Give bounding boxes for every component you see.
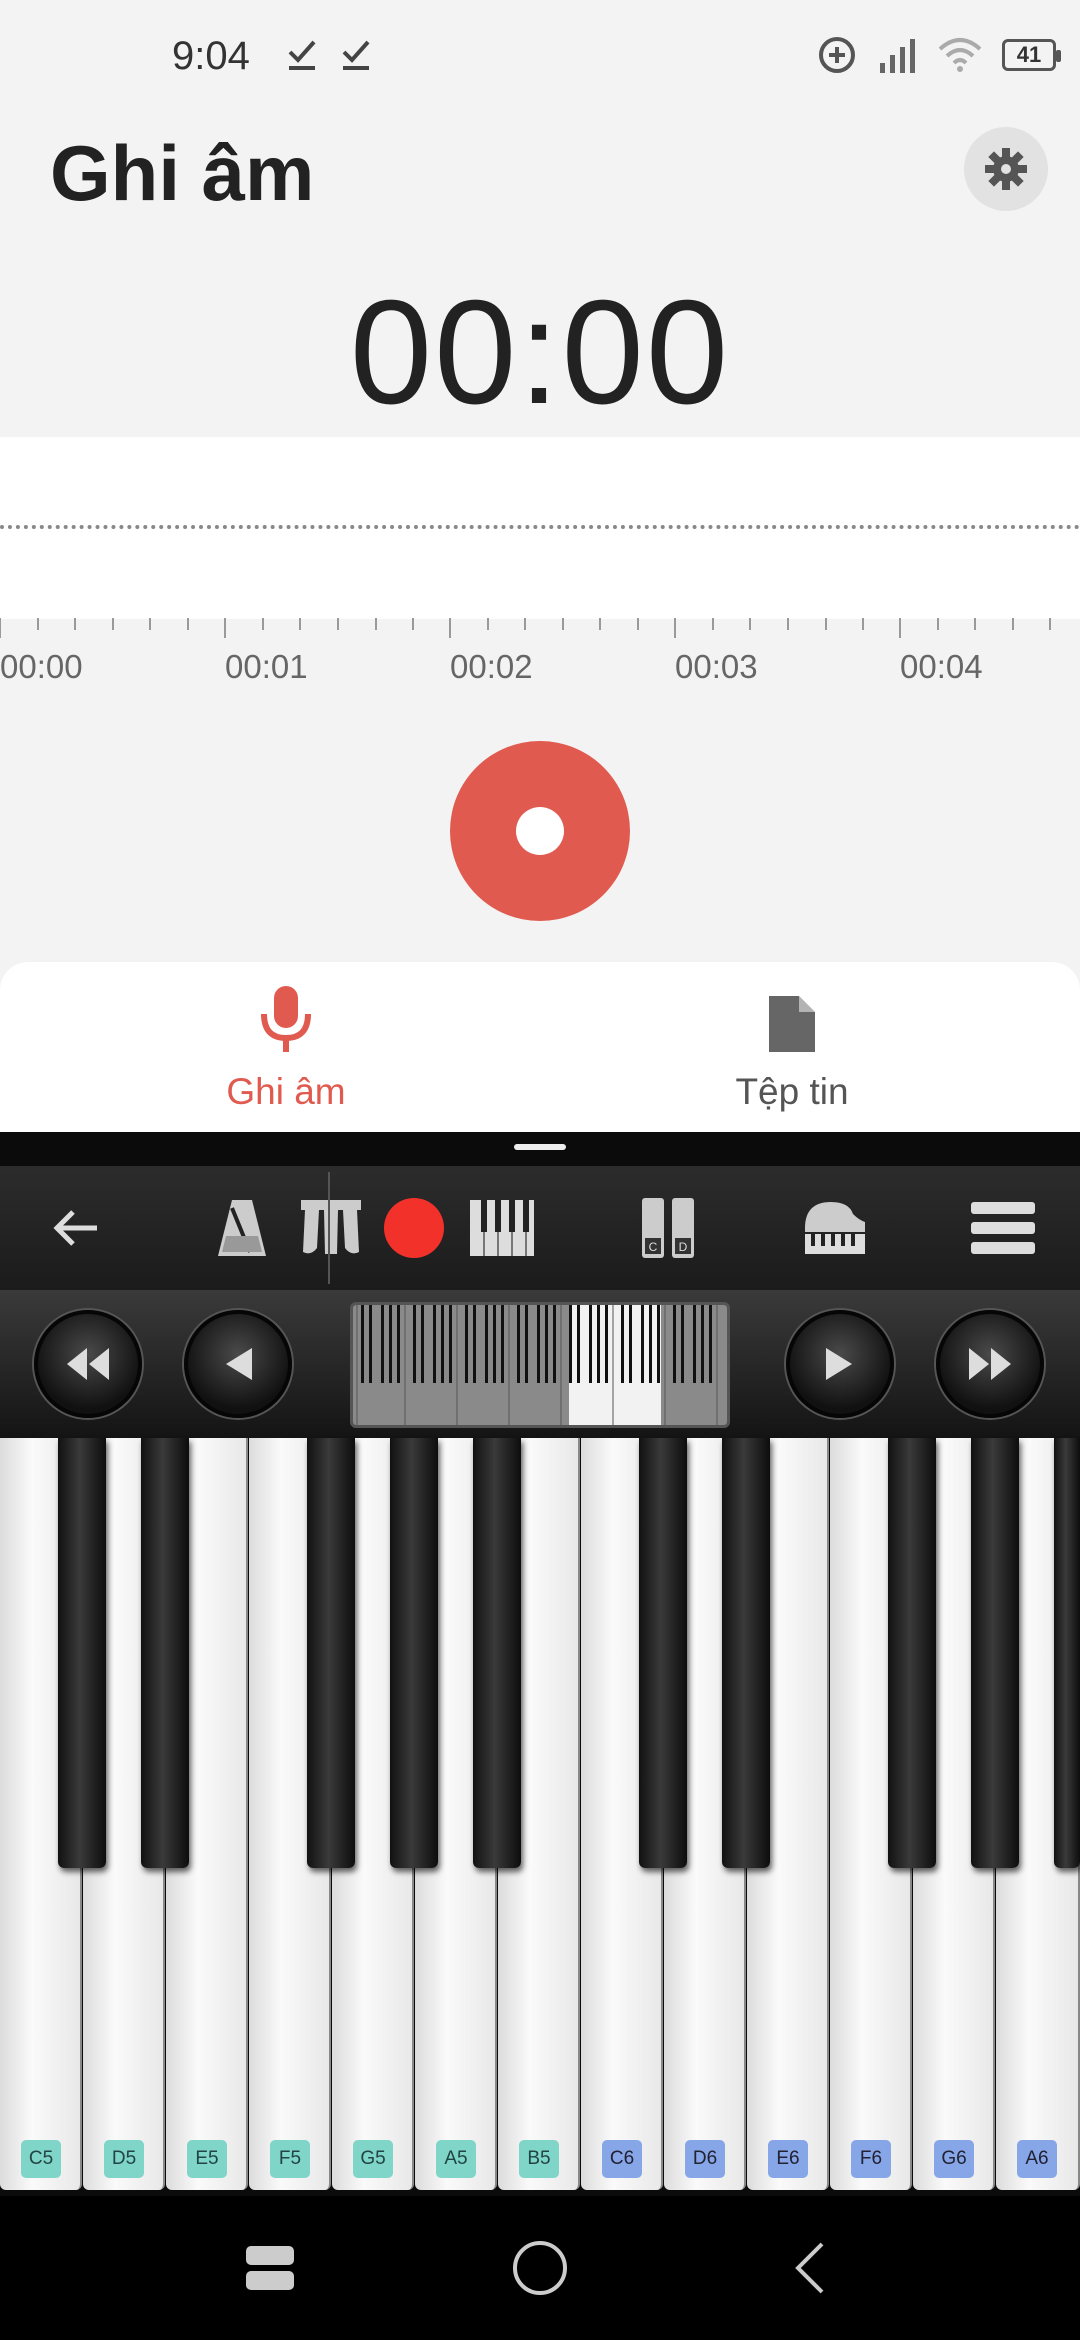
key-label: E6 bbox=[768, 2140, 808, 2178]
dual-keyboard-button[interactable]: CD bbox=[638, 1190, 698, 1266]
sync-plus-icon bbox=[819, 37, 855, 73]
tab-files-label: Tệp tin bbox=[735, 1071, 849, 1112]
metronome-icon bbox=[218, 1200, 266, 1256]
battery-icon: 41 bbox=[1002, 39, 1061, 71]
key-label: G5 bbox=[353, 2140, 393, 2178]
keys-layout-icon bbox=[470, 1200, 534, 1256]
menu-button[interactable] bbox=[968, 1190, 1038, 1266]
keyboard-overview-slider[interactable] bbox=[350, 1302, 730, 1428]
key-label: D5 bbox=[104, 2140, 144, 2178]
gear-icon bbox=[985, 148, 1027, 190]
waveform-area bbox=[0, 437, 1080, 619]
ruler-label: 00:03 bbox=[675, 648, 758, 685]
record-button[interactable] bbox=[450, 741, 630, 921]
black-key[interactable] bbox=[888, 1438, 936, 1868]
scroll-right-button[interactable] bbox=[786, 1310, 894, 1418]
dual-keyboard-icon: CD bbox=[642, 1198, 694, 1258]
pedal-icon bbox=[301, 1200, 361, 1254]
black-key[interactable] bbox=[473, 1438, 521, 1868]
black-key[interactable] bbox=[639, 1438, 687, 1868]
split-handle[interactable] bbox=[514, 1144, 566, 1150]
triangle-right-icon bbox=[826, 1348, 852, 1380]
key-label: G6 bbox=[934, 2140, 974, 2178]
black-key[interactable] bbox=[971, 1438, 1019, 1868]
check-icon bbox=[342, 40, 370, 70]
keys-layout-button[interactable] bbox=[468, 1190, 536, 1266]
tab-record[interactable]: Ghi âm bbox=[136, 984, 436, 1113]
back-icon[interactable] bbox=[790, 2240, 830, 2296]
keyboard-navigation-strip bbox=[0, 1290, 1080, 1438]
ruler-label: 00:02 bbox=[450, 648, 533, 685]
record-timer: 00:00 bbox=[349, 270, 731, 435]
fast-rewind-icon bbox=[67, 1348, 109, 1380]
bottom-tab-bar: Ghi âm Tệp tin bbox=[0, 962, 1080, 1132]
tab-record-label: Ghi âm bbox=[226, 1071, 346, 1112]
key-label: C5 bbox=[21, 2140, 61, 2178]
scroll-left-button[interactable] bbox=[184, 1310, 292, 1418]
fast-rewind-button[interactable] bbox=[34, 1310, 142, 1418]
grand-piano-button[interactable] bbox=[800, 1190, 870, 1266]
key-label: F5 bbox=[270, 2140, 310, 2178]
status-time: 9:04 bbox=[172, 34, 250, 78]
waveform-baseline bbox=[0, 525, 1080, 529]
black-key[interactable] bbox=[1054, 1438, 1080, 1868]
wifi-icon bbox=[938, 38, 982, 72]
system-navigation-bar bbox=[0, 2196, 1080, 2340]
back-button[interactable] bbox=[46, 1190, 106, 1266]
key-label: A6 bbox=[1017, 2140, 1057, 2178]
status-bar: 9:04 41 bbox=[0, 0, 1080, 110]
grand-piano-icon bbox=[805, 1202, 865, 1254]
black-key[interactable] bbox=[58, 1438, 106, 1868]
key-label: A5 bbox=[436, 2140, 476, 2178]
triangle-left-icon bbox=[226, 1348, 252, 1380]
record-toggle-button[interactable] bbox=[382, 1190, 446, 1266]
page-title: Ghi âm bbox=[50, 129, 315, 217]
fast-forward-button[interactable] bbox=[936, 1310, 1044, 1418]
ruler-label: 00:04 bbox=[900, 648, 983, 685]
svg-text:C: C bbox=[649, 1240, 658, 1254]
key-label: F6 bbox=[851, 2140, 891, 2178]
mini-keyboard-icon bbox=[353, 1305, 727, 1425]
toolbar-divider bbox=[328, 1172, 330, 1284]
record-dot-icon bbox=[516, 807, 564, 855]
ruler-ticks bbox=[0, 618, 1051, 638]
black-key[interactable] bbox=[141, 1438, 189, 1868]
recent-apps-icon[interactable] bbox=[244, 2242, 296, 2294]
settings-button[interactable] bbox=[964, 127, 1048, 211]
pedal-button[interactable] bbox=[296, 1190, 366, 1266]
back-arrow-icon bbox=[53, 1210, 97, 1246]
signal-icon bbox=[880, 39, 915, 73]
piano-toolbar: CD bbox=[0, 1166, 1080, 1290]
metronome-button[interactable] bbox=[210, 1190, 274, 1266]
ruler-label: 00:00 bbox=[0, 648, 83, 685]
piano-app: CD C5 D5 E5 F5 G5 A5 B5 C6 D6 E6 F6 G6 A… bbox=[0, 1132, 1080, 2196]
key-label: E5 bbox=[187, 2140, 227, 2178]
key-label: B5 bbox=[519, 2140, 559, 2178]
black-key[interactable] bbox=[390, 1438, 438, 1868]
home-icon[interactable] bbox=[512, 2240, 568, 2296]
svg-text:D: D bbox=[679, 1240, 688, 1254]
fast-forward-icon bbox=[969, 1348, 1011, 1380]
microphone-icon bbox=[261, 986, 311, 1052]
key-label: C6 bbox=[602, 2140, 642, 2178]
black-key[interactable] bbox=[722, 1438, 770, 1868]
menu-icon bbox=[971, 1202, 1035, 1254]
check-icon bbox=[288, 40, 316, 70]
file-icon bbox=[769, 996, 815, 1052]
key-label: D6 bbox=[685, 2140, 725, 2178]
tab-files[interactable]: Tệp tin bbox=[642, 984, 942, 1113]
black-key[interactable] bbox=[307, 1438, 355, 1868]
record-icon bbox=[384, 1198, 444, 1258]
ruler-label: 00:01 bbox=[225, 648, 308, 685]
time-ruler: 00:00 00:01 00:02 00:03 00:04 bbox=[0, 618, 1080, 708]
